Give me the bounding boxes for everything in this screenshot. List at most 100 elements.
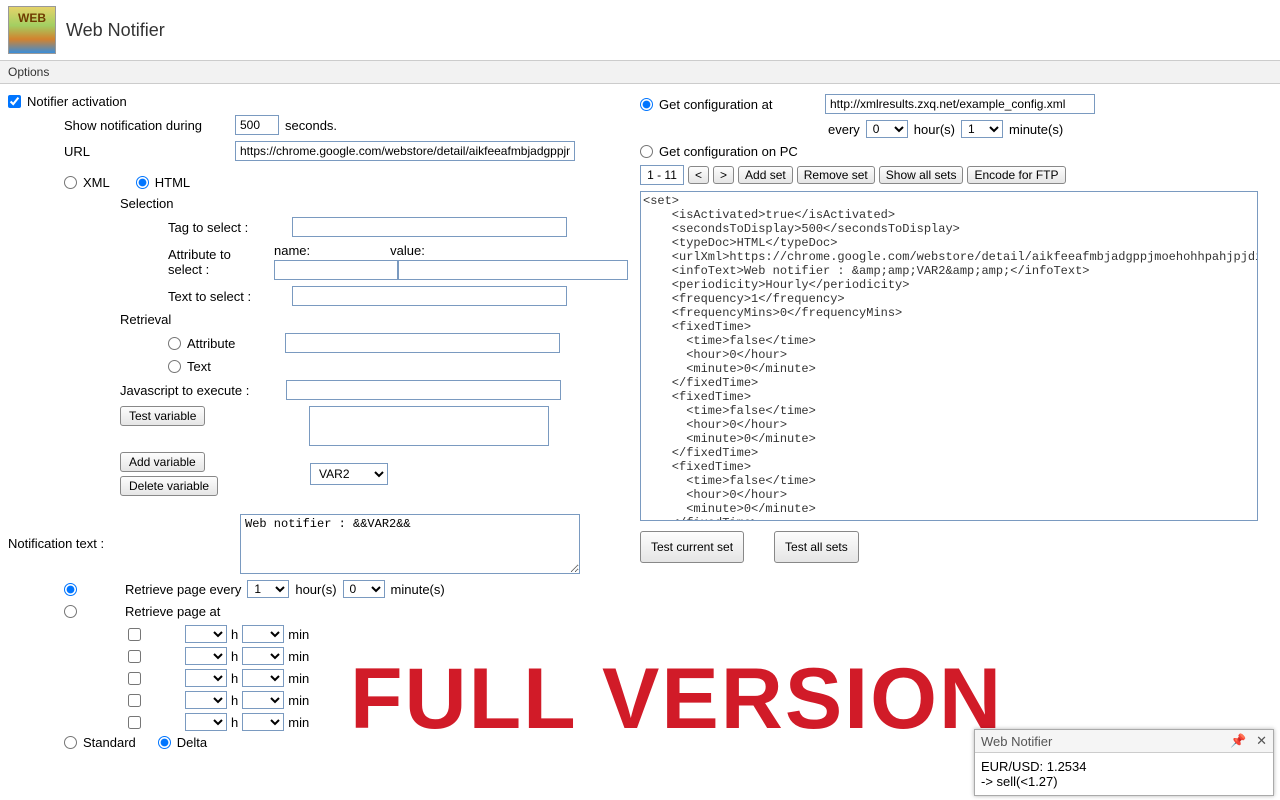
notification-text-area[interactable]: Web notifier : &&VAR2&&	[240, 514, 580, 574]
get-config-at-radio[interactable]	[640, 98, 653, 111]
retrieve-every-label: Retrieve page every	[125, 582, 241, 597]
h-label: h	[231, 671, 238, 686]
notifier-activation-checkbox[interactable]	[8, 95, 21, 108]
app-title: Web Notifier	[66, 20, 165, 41]
standard-label: Standard	[83, 735, 136, 750]
time-h[interactable]	[185, 647, 227, 665]
show-all-sets-button[interactable]: Show all sets	[879, 166, 964, 184]
set-range-input[interactable]	[640, 165, 684, 185]
attribute-to-select-label: Attribute to select :	[168, 247, 268, 277]
min-label: min	[288, 693, 309, 708]
tag-to-select-label: Tag to select :	[168, 220, 286, 235]
time-m[interactable]	[242, 625, 284, 643]
time-m[interactable]	[242, 691, 284, 709]
prev-set-button[interactable]: <	[688, 166, 709, 184]
xml-radio[interactable]	[64, 176, 77, 189]
delete-variable-button[interactable]: Delete variable	[120, 476, 218, 496]
close-icon[interactable]: ✕	[1256, 733, 1267, 748]
delta-label: Delta	[177, 735, 207, 750]
html-label: HTML	[155, 175, 190, 190]
remove-set-button[interactable]: Remove set	[797, 166, 875, 184]
retrieval-text-label: Text	[187, 359, 211, 374]
retrieval-attribute-label: Attribute	[187, 336, 279, 351]
app-header: WEB Web Notifier	[0, 0, 1280, 61]
pin-icon[interactable]: 📌	[1230, 733, 1246, 748]
js-execute-label: Javascript to execute :	[120, 383, 280, 398]
h-label: h	[231, 715, 238, 730]
attr-value-label: value:	[390, 243, 425, 258]
retrieval-attribute-input[interactable]	[285, 333, 560, 353]
test-variable-button[interactable]: Test variable	[120, 406, 205, 426]
attr-value-input[interactable]	[398, 260, 628, 280]
retrieval-attribute-radio[interactable]	[168, 337, 181, 350]
min-label: min	[288, 649, 309, 664]
seconds-label: seconds.	[285, 118, 337, 133]
time-row-check[interactable]	[128, 628, 141, 641]
test-all-sets-button[interactable]: Test all sets	[774, 531, 859, 563]
xml-content-box[interactable]: <set> <isActivated>true</isActivated> <s…	[640, 191, 1258, 521]
text-to-select-label: Text to select :	[168, 289, 286, 304]
next-set-button[interactable]: >	[713, 166, 734, 184]
add-set-button[interactable]: Add set	[738, 166, 793, 184]
h-label: h	[231, 693, 238, 708]
get-config-pc-radio[interactable]	[640, 145, 653, 158]
options-menu[interactable]: Options	[0, 61, 1280, 84]
h-label: h	[231, 627, 238, 642]
time-h[interactable]	[185, 625, 227, 643]
retrieval-text-radio[interactable]	[168, 360, 181, 373]
time-row-check[interactable]	[128, 650, 141, 663]
time-m[interactable]	[242, 713, 284, 731]
retrieve-every-hours[interactable]: 1	[247, 580, 289, 598]
show-notification-label: Show notification during	[64, 118, 229, 133]
variable-textarea[interactable]	[309, 406, 549, 446]
time-m[interactable]	[242, 669, 284, 687]
h-label: h	[231, 649, 238, 664]
js-execute-input[interactable]	[286, 380, 561, 400]
delta-radio[interactable]	[158, 736, 171, 749]
attr-name-input[interactable]	[274, 260, 398, 280]
time-m[interactable]	[242, 647, 284, 665]
time-h[interactable]	[185, 669, 227, 687]
encode-ftp-button[interactable]: Encode for FTP	[967, 166, 1065, 184]
time-h[interactable]	[185, 713, 227, 731]
retrieve-at-label: Retrieve page at	[125, 604, 220, 619]
test-current-set-button[interactable]: Test current set	[640, 531, 744, 563]
every-label: every	[828, 122, 860, 137]
app-logo-icon: WEB	[8, 6, 56, 54]
config-mins-label: minute(s)	[1009, 122, 1063, 137]
time-row-check[interactable]	[128, 672, 141, 685]
xml-label: XML	[83, 175, 110, 190]
text-to-select-input[interactable]	[292, 286, 567, 306]
every-mins[interactable]: 1	[961, 120, 1003, 138]
popup-title: Web Notifier	[981, 734, 1052, 749]
add-variable-button[interactable]: Add variable	[120, 452, 205, 472]
retrieve-every-mins[interactable]: 0	[343, 580, 385, 598]
notifier-activation-label: Notifier activation	[27, 94, 127, 109]
tag-to-select-input[interactable]	[292, 217, 567, 237]
seconds-input[interactable]	[235, 115, 279, 135]
variable-select[interactable]: VAR2	[310, 463, 388, 485]
notification-text-label: Notification text :	[8, 514, 168, 551]
min-label: min	[288, 627, 309, 642]
get-config-pc-label: Get configuration on PC	[659, 144, 798, 159]
config-url-input[interactable]	[825, 94, 1095, 114]
hours-label: hour(s)	[295, 582, 336, 597]
retrieve-at-radio[interactable]	[64, 605, 77, 618]
time-row-check[interactable]	[128, 716, 141, 729]
min-label: min	[288, 671, 309, 686]
notification-popup: Web Notifier 📌 ✕ EUR/USD: 1.2534 -> sell…	[974, 729, 1274, 796]
attr-name-label: name:	[274, 243, 310, 258]
popup-line-2: -> sell(<1.27)	[981, 774, 1267, 789]
full-version-watermark: FULL VERSION	[350, 650, 1003, 749]
every-hours[interactable]: 0	[866, 120, 908, 138]
standard-radio[interactable]	[64, 736, 77, 749]
retrieve-every-radio[interactable]	[64, 583, 77, 596]
url-label: URL	[64, 144, 229, 159]
time-row-check[interactable]	[128, 694, 141, 707]
url-input[interactable]	[235, 141, 575, 161]
time-h[interactable]	[185, 691, 227, 709]
popup-line-1: EUR/USD: 1.2534	[981, 759, 1267, 774]
min-label: min	[288, 715, 309, 730]
config-hours-label: hour(s)	[914, 122, 955, 137]
html-radio[interactable]	[136, 176, 149, 189]
